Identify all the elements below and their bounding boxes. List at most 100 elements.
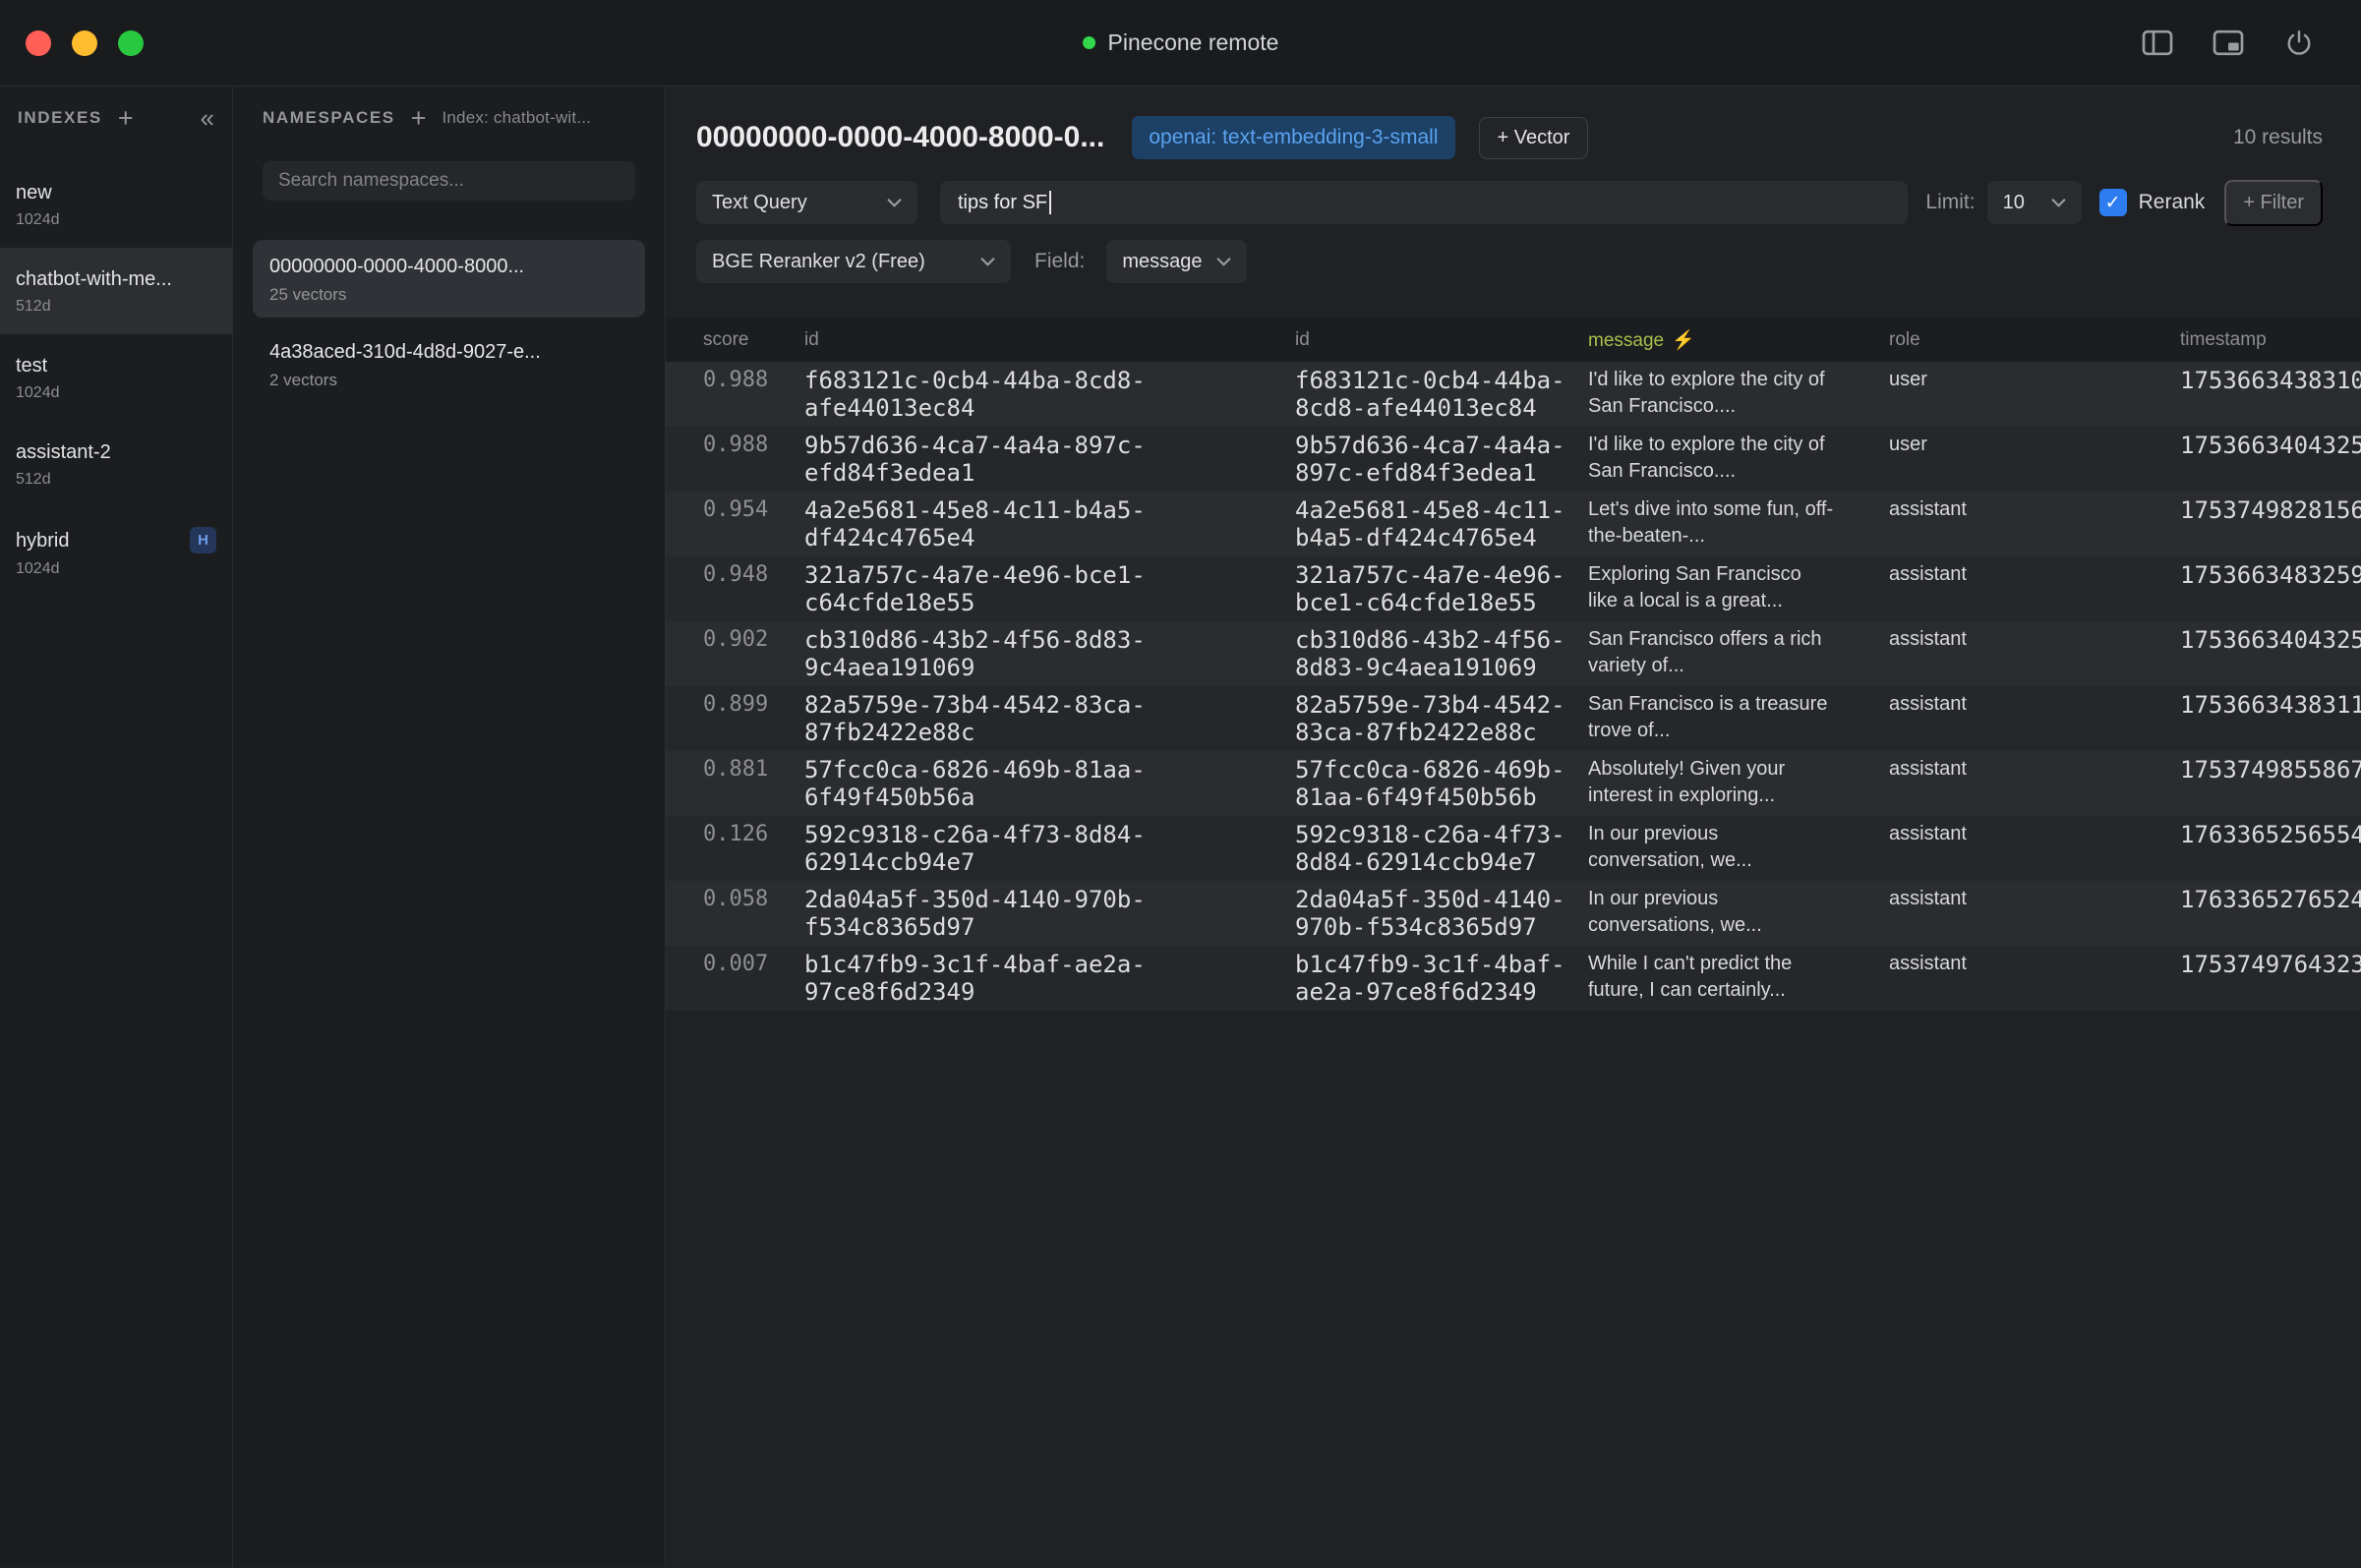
panel-bottom-right-icon <box>2213 29 2244 56</box>
cell-message: While I can't predict the future, I can … <box>1576 951 1877 1004</box>
results-table: score id id message⚡ role timestamp 0.98… <box>666 319 2361 1011</box>
indexes-list: new 1024d chatbot-with-me... 512d te <box>0 161 232 597</box>
index-name: new <box>16 181 52 204</box>
table-body: 0.988 f683121c-0cb4-44ba-8cd8-afe44013ec… <box>666 362 2361 1011</box>
cell-message: Exploring San Francisco like a local is … <box>1576 561 1877 614</box>
index-dimension: 1024d <box>16 384 216 401</box>
table-header-row: score id id message⚡ role timestamp <box>666 319 2361 362</box>
app-window: { "titlebar": { "title": "Pinecone remot… <box>0 0 2361 1568</box>
cell-role: user <box>1877 367 2168 393</box>
namespace-item[interactable]: 4a38aced-310d-4d8d-9027-e... 2 vectors <box>253 325 645 403</box>
add-filter-button[interactable]: + Filter <box>2224 180 2323 226</box>
query-text-value: tips for SF <box>958 192 1047 214</box>
close-window-button[interactable] <box>26 30 51 56</box>
add-vector-button[interactable]: + Vector <box>1479 117 1589 159</box>
cell-id: 592c9318-c26a-4f73-8d84-62914ccb94e7 <box>787 821 1283 876</box>
cell-id: 57fcc0ca-6826-469b-81aa-6f49f450b56a <box>787 756 1283 811</box>
cell-timestamp: 1763365276524 <box>2168 886 2361 913</box>
zoom-window-button[interactable] <box>118 30 144 56</box>
namespace-name: 4a38aced-310d-4d8d-9027-e... <box>269 340 628 364</box>
table-row[interactable]: 0.948 321a757c-4a7e-4e96-bce1-c64cfde18e… <box>666 556 2361 621</box>
namespace-vector-count: 2 vectors <box>269 372 628 388</box>
limit-select[interactable]: 10 <box>1987 181 2082 224</box>
rerank-checkbox[interactable]: ✓ <box>2099 189 2127 216</box>
cell-timestamp: 1753749855867 <box>2168 756 2361 784</box>
query-text-input[interactable]: tips for SF <box>940 181 1908 224</box>
rerank-field-select[interactable]: message <box>1106 240 1247 283</box>
sidebar-item-index[interactable]: new 1024d <box>0 161 232 248</box>
cell-role: user <box>1877 432 2168 458</box>
cell-message: San Francisco offers a rich variety of..… <box>1576 626 1877 679</box>
embedding-model-badge[interactable]: openai: text-embedding-3-small <box>1132 116 1454 159</box>
table-row[interactable]: 0.126 592c9318-c26a-4f73-8d84-62914ccb94… <box>666 816 2361 881</box>
toggle-left-panel-button[interactable] <box>2137 23 2178 64</box>
sidebar-item-index[interactable]: test 1024d <box>0 334 232 421</box>
minimize-window-button[interactable] <box>72 30 97 56</box>
namespace-title: 00000000-0000-4000-8000-0... <box>696 121 1104 154</box>
cell-id-2: 82a5759e-73b4-4542-83ca-87fb2422e88c <box>1283 691 1576 746</box>
table-row[interactable]: 0.988 f683121c-0cb4-44ba-8cd8-afe44013ec… <box>666 362 2361 427</box>
cell-timestamp: 1753663404325 <box>2168 626 2361 654</box>
table-row[interactable]: 0.899 82a5759e-73b4-4542-83ca-87fb2422e8… <box>666 686 2361 751</box>
panel-left-icon <box>2142 29 2173 56</box>
table-row[interactable]: 0.902 cb310d86-43b2-4f56-8d83-9c4aea1910… <box>666 621 2361 686</box>
table-row[interactable]: 0.954 4a2e5681-45e8-4c11-b4a5-df424c4765… <box>666 492 2361 556</box>
toggle-bottom-panel-button[interactable] <box>2208 23 2249 64</box>
column-header-score[interactable]: score <box>666 329 787 351</box>
reranker-select[interactable]: BGE Reranker v2 (Free) <box>696 240 1011 283</box>
cell-score: 0.988 <box>666 432 787 459</box>
cell-id-2: 9b57d636-4ca7-4a4a-897c-efd84f3edea1 <box>1283 432 1576 487</box>
column-header-id[interactable]: id <box>787 329 1283 351</box>
rerank-label: Rerank <box>2139 191 2206 214</box>
field-label: Field: <box>1034 250 1085 273</box>
indexes-header-label: INDEXES <box>18 108 102 128</box>
cell-role: assistant <box>1877 886 2168 912</box>
query-type-select[interactable]: Text Query <box>696 181 917 224</box>
cell-role: assistant <box>1877 951 2168 977</box>
table-row[interactable]: 0.007 b1c47fb9-3c1f-4baf-ae2a-97ce8f6d23… <box>666 946 2361 1011</box>
cell-timestamp: 1753663438310 <box>2168 367 2361 394</box>
table-row[interactable]: 0.881 57fcc0ca-6826-469b-81aa-6f49f450b5… <box>666 751 2361 816</box>
add-namespace-button[interactable]: + <box>411 105 427 132</box>
cell-timestamp: 1753663404325 <box>2168 432 2361 459</box>
titlebar: Pinecone remote <box>0 0 2361 87</box>
disconnect-button[interactable] <box>2278 23 2320 64</box>
column-header-role[interactable]: role <box>1877 329 2168 351</box>
collapse-sidebar-icon[interactable]: « <box>201 103 214 134</box>
index-dimension: 512d <box>16 298 216 315</box>
lightning-icon: ⚡ <box>1672 330 1695 351</box>
column-header-timestamp[interactable]: timestamp <box>2168 329 2361 351</box>
table-row[interactable]: 0.058 2da04a5f-350d-4140-970b-f534c8365d… <box>666 881 2361 946</box>
cell-id: b1c47fb9-3c1f-4baf-ae2a-97ce8f6d2349 <box>787 951 1283 1006</box>
namespaces-list: 00000000-0000-4000-8000... 25 vectors 4a… <box>233 240 665 403</box>
cell-score: 0.881 <box>666 756 787 784</box>
namespace-item[interactable]: 00000000-0000-4000-8000... 25 vectors <box>253 240 645 318</box>
cell-score: 0.058 <box>666 886 787 913</box>
chevron-down-icon <box>887 198 902 207</box>
cell-message: I'd like to explore the city of San Fran… <box>1576 432 1877 485</box>
window-title-text: Pinecone remote <box>1108 29 1279 56</box>
cell-timestamp: 1753749764323 <box>2168 951 2361 978</box>
cell-role: assistant <box>1877 821 2168 847</box>
cell-message: Let's dive into some fun, off-the-beaten… <box>1576 496 1877 550</box>
add-index-button[interactable]: + <box>118 105 134 132</box>
cell-message: In our previous conversations, we... <box>1576 886 1877 939</box>
sidebar-item-index[interactable]: assistant-2 512d <box>0 421 232 507</box>
cell-id-2: 592c9318-c26a-4f73-8d84-62914ccb94e7 <box>1283 821 1576 876</box>
column-header-id2[interactable]: id <box>1283 329 1576 351</box>
sidebar-item-index[interactable]: chatbot-with-me... 512d <box>0 248 232 334</box>
column-header-message[interactable]: message⚡ <box>1576 328 1877 352</box>
cell-id: f683121c-0cb4-44ba-8cd8-afe44013ec84 <box>787 367 1283 422</box>
cell-message: I'd like to explore the city of San Fran… <box>1576 367 1877 420</box>
namespace-name: 00000000-0000-4000-8000... <box>269 255 628 278</box>
cell-role: assistant <box>1877 691 2168 718</box>
cell-score: 0.007 <box>666 951 787 978</box>
chevron-down-icon <box>1216 257 1231 266</box>
cell-id-2: 321a757c-4a7e-4e96-bce1-c64cfde18e55 <box>1283 561 1576 616</box>
index-name: hybrid <box>16 529 69 552</box>
table-row[interactable]: 0.988 9b57d636-4ca7-4a4a-897c-efd84f3ede… <box>666 427 2361 492</box>
cell-id: 321a757c-4a7e-4e96-bce1-c64cfde18e55 <box>787 561 1283 616</box>
current-index-label: Index: chatbot-wit... <box>442 108 591 128</box>
sidebar-item-index[interactable]: hybrid H 1024d <box>0 507 232 597</box>
search-namespaces-input[interactable] <box>263 161 635 201</box>
